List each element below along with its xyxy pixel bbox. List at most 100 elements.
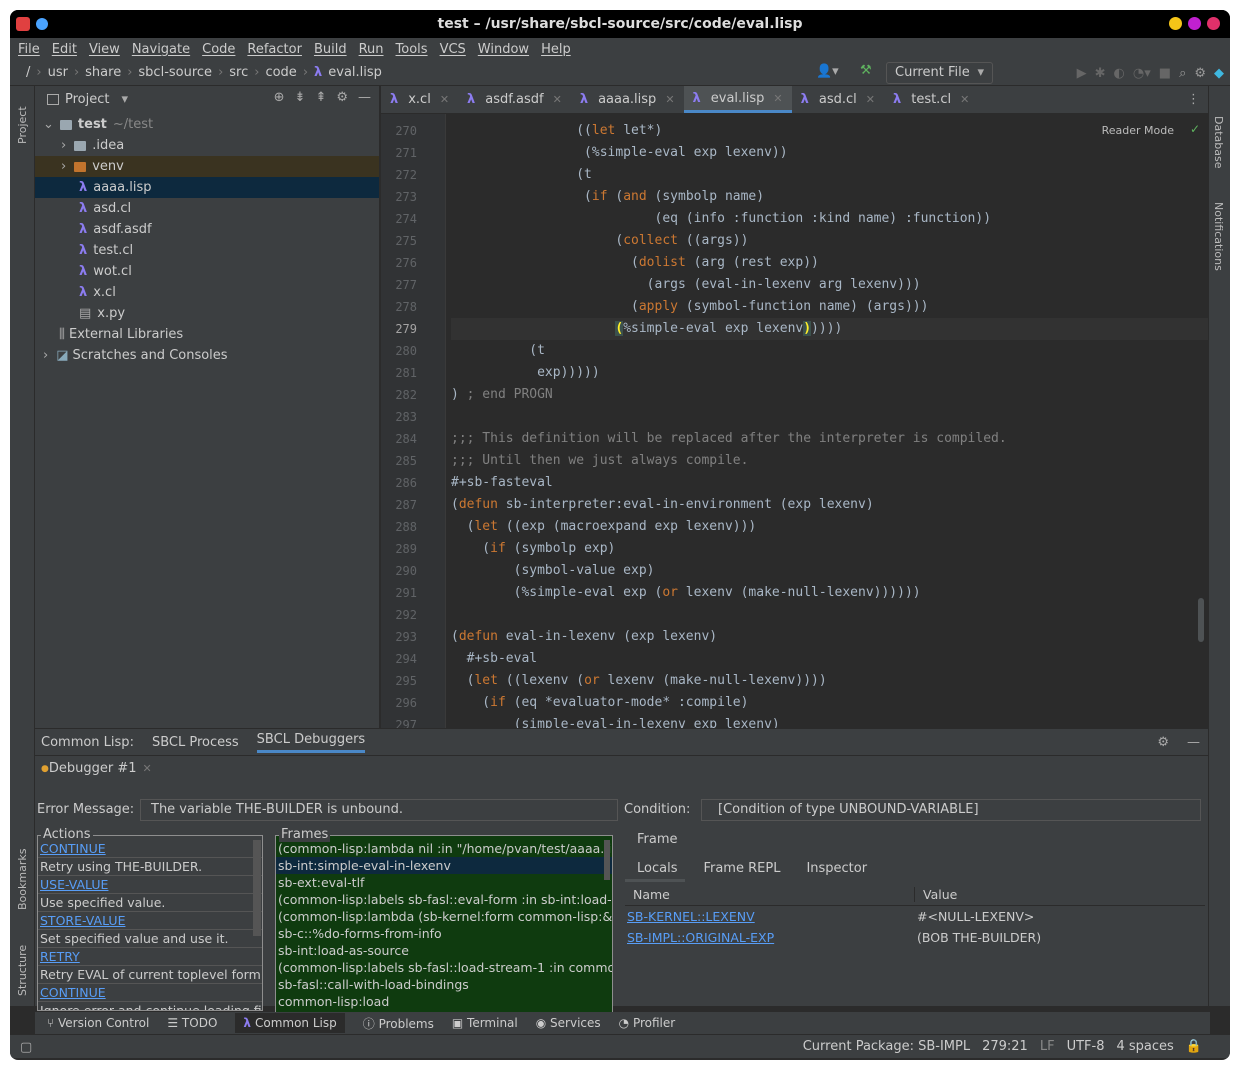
structure-strip-label[interactable]: Structure <box>16 945 29 996</box>
tree-item-asdf-asdf[interactable]: λ asdf.asdf <box>35 219 379 240</box>
status-line-ending[interactable]: LF <box>1040 1039 1055 1054</box>
close-icon[interactable]: ✕ <box>960 93 969 106</box>
stack-frame[interactable]: sb-ext:eval-tlf <box>276 874 612 891</box>
restart-action-link[interactable]: CONTINUE <box>38 840 262 858</box>
tab-version-control[interactable]: ⑂ Version Control <box>47 1016 149 1030</box>
menu-view[interactable]: View <box>89 42 120 57</box>
code-line[interactable]: (apply (symbol-function name) (args))) <box>451 296 1208 318</box>
tree-external-libraries[interactable]: ⫼ External Libraries <box>35 324 379 345</box>
error-message-field[interactable]: The variable THE-BUILDER is unbound. <box>140 799 618 821</box>
column-name[interactable]: Name <box>625 886 915 902</box>
tree-item-venv[interactable]: › venv <box>35 156 379 177</box>
crumb-sbcl-source[interactable]: sbcl-source <box>138 65 212 80</box>
code-line[interactable] <box>451 406 1208 428</box>
stack-frame[interactable]: common-lisp:load <box>276 993 612 1010</box>
tab-terminal[interactable]: ▣ Terminal <box>452 1016 518 1030</box>
stack-frame[interactable]: (common-lisp:lambda (sb-kernel:form comm… <box>276 908 612 925</box>
locate-icon[interactable]: ⊕ <box>274 90 285 105</box>
tab-inspector[interactable]: Inspector <box>806 861 867 876</box>
tree-item-test-cl[interactable]: λ test.cl <box>35 240 379 261</box>
toolbox-icon[interactable]: ◆ <box>1214 66 1224 81</box>
tree-item-idea[interactable]: › .idea <box>35 135 379 156</box>
tab-asdf-asdf[interactable]: λ asdf.asdf ✕ <box>458 86 571 113</box>
code-line[interactable]: (defun eval-in-lexenv (exp lexenv) <box>451 626 1208 648</box>
crumb-usr[interactable]: usr <box>48 65 68 80</box>
close-icon[interactable]: ✕ <box>553 93 562 106</box>
minimize-button[interactable] <box>1169 17 1182 30</box>
code-line[interactable]: ) ; end PROGN <box>451 384 1208 406</box>
code-line[interactable]: ;;; Until then we just always compile. <box>451 450 1208 472</box>
stop-icon[interactable]: ■ <box>1159 66 1171 81</box>
close-icon[interactable]: ✕ <box>143 762 152 775</box>
tree-item-wot-cl[interactable]: λ wot.cl <box>35 261 379 282</box>
code-line[interactable]: #+sb-fasteval <box>451 472 1208 494</box>
chevron-right-icon[interactable]: › <box>61 159 66 174</box>
tab-sbcl-debuggers[interactable]: SBCL Debuggers <box>256 732 366 753</box>
close-button[interactable] <box>1207 17 1220 30</box>
column-value[interactable]: Value <box>915 887 957 902</box>
chevron-down-icon[interactable]: ▾ <box>121 92 128 107</box>
code-line[interactable]: (if (symbolp exp) <box>451 538 1208 560</box>
stack-frame[interactable]: (common-lisp:labels sb-fasl::load-stream… <box>276 959 612 976</box>
gear-icon[interactable]: ⚙ <box>1157 735 1169 750</box>
stack-frame[interactable]: sb-int:simple-eval-in-lexenv <box>276 857 612 874</box>
restart-action-link[interactable]: USE-VALUE <box>38 876 262 894</box>
code-editor[interactable]: Reader Mode ✓ 270 ((let let*) 271 (%simpl… <box>381 114 1208 728</box>
condition-field[interactable]: [Condition of type UNBOUND-VARIABLE] <box>701 799 1201 821</box>
tab-locals[interactable]: Locals <box>637 861 677 876</box>
menu-edit[interactable]: Edit <box>52 42 77 57</box>
menu-help[interactable]: Help <box>541 42 571 57</box>
actions-scrollbar[interactable] <box>253 840 261 936</box>
tree-scratches[interactable]: › ◪ Scratches and Consoles <box>35 345 379 366</box>
project-strip-label[interactable]: Project <box>16 106 29 144</box>
status-encoding[interactable]: UTF-8 <box>1067 1039 1105 1054</box>
gear-icon[interactable]: ⚙ <box>1194 66 1206 81</box>
menu-file[interactable]: File <box>18 42 40 57</box>
tree-item-x-py[interactable]: ▤ x.py <box>35 303 379 324</box>
bookmarks-strip-label[interactable]: Bookmarks <box>16 849 29 910</box>
chevron-down-icon[interactable]: ⌄ <box>43 117 54 132</box>
tree-root[interactable]: ⌄ test ~/test <box>35 114 379 135</box>
run-config-select[interactable]: Current File ▾ <box>886 62 993 84</box>
code-line[interactable]: (collect ((args)) <box>451 230 1208 252</box>
tree-item-x-cl[interactable]: λ x.cl <box>35 282 379 303</box>
close-icon[interactable]: ✕ <box>773 92 782 105</box>
gear-icon[interactable]: ⚙ <box>336 90 348 105</box>
menu-code[interactable]: Code <box>202 42 235 57</box>
crumb-code[interactable]: code <box>265 65 296 80</box>
tab-asd-cl[interactable]: λ asd.cl ✕ <box>792 86 884 113</box>
close-icon[interactable]: ✕ <box>866 93 875 106</box>
menu-window[interactable]: Window <box>478 42 529 57</box>
table-row[interactable]: SB-IMPL::ORIGINAL-EXP (BOB THE-BUILDER) <box>625 927 1205 948</box>
crumb-root[interactable]: / <box>26 65 30 80</box>
tree-item-aaaa-lisp[interactable]: λ aaaa.lisp <box>35 177 379 198</box>
lock-icon[interactable]: 🔒 <box>1186 1039 1202 1054</box>
menu-vcs[interactable]: VCS <box>440 42 466 57</box>
menu-tools[interactable]: Tools <box>396 42 428 57</box>
restart-action-link[interactable]: RETRY <box>38 948 262 966</box>
code-line[interactable]: (simple-eval-in-lexenv exp lexenv) <box>451 714 1208 728</box>
code-line[interactable]: (symbol-value exp) <box>451 560 1208 582</box>
hide-icon[interactable]: — <box>1187 735 1200 750</box>
hide-icon[interactable]: — <box>358 90 371 105</box>
close-icon[interactable]: ✕ <box>665 93 674 106</box>
code-line[interactable]: (%simple-eval exp lexenv)) <box>451 142 1208 164</box>
crumb-eval-lisp[interactable]: eval.lisp <box>328 65 382 80</box>
stack-frame[interactable]: (common-lisp:lambda nil :in "/home/pvan/… <box>276 840 612 857</box>
tab-test-cl[interactable]: λ test.cl ✕ <box>884 86 978 113</box>
tab-profiler[interactable]: ◔ Profiler <box>619 1016 676 1030</box>
tab-frame-repl[interactable]: Frame REPL <box>703 861 780 876</box>
restart-action-link[interactable]: CONTINUE <box>38 984 262 1002</box>
tab-sbcl-process[interactable]: SBCL Process <box>152 735 239 750</box>
stack-frame[interactable]: sb-fasl::call-with-load-bindings <box>276 976 612 993</box>
local-name[interactable]: SB-KERNEL::LEXENV <box>625 909 915 924</box>
code-line[interactable]: (if (eq *evaluator-mode* :compile) <box>451 692 1208 714</box>
code-line[interactable] <box>451 604 1208 626</box>
expand-all-icon[interactable]: ⇟ <box>295 90 306 105</box>
tab-services[interactable]: ◉ Services <box>536 1016 601 1030</box>
crumb-src[interactable]: src <box>229 65 248 80</box>
status-position[interactable]: 279:21 <box>982 1039 1028 1054</box>
code-line[interactable]: #+sb-eval <box>451 648 1208 670</box>
status-package[interactable]: Current Package: SB-IMPL <box>803 1039 970 1054</box>
debug-icon[interactable]: ✱ <box>1095 66 1106 81</box>
